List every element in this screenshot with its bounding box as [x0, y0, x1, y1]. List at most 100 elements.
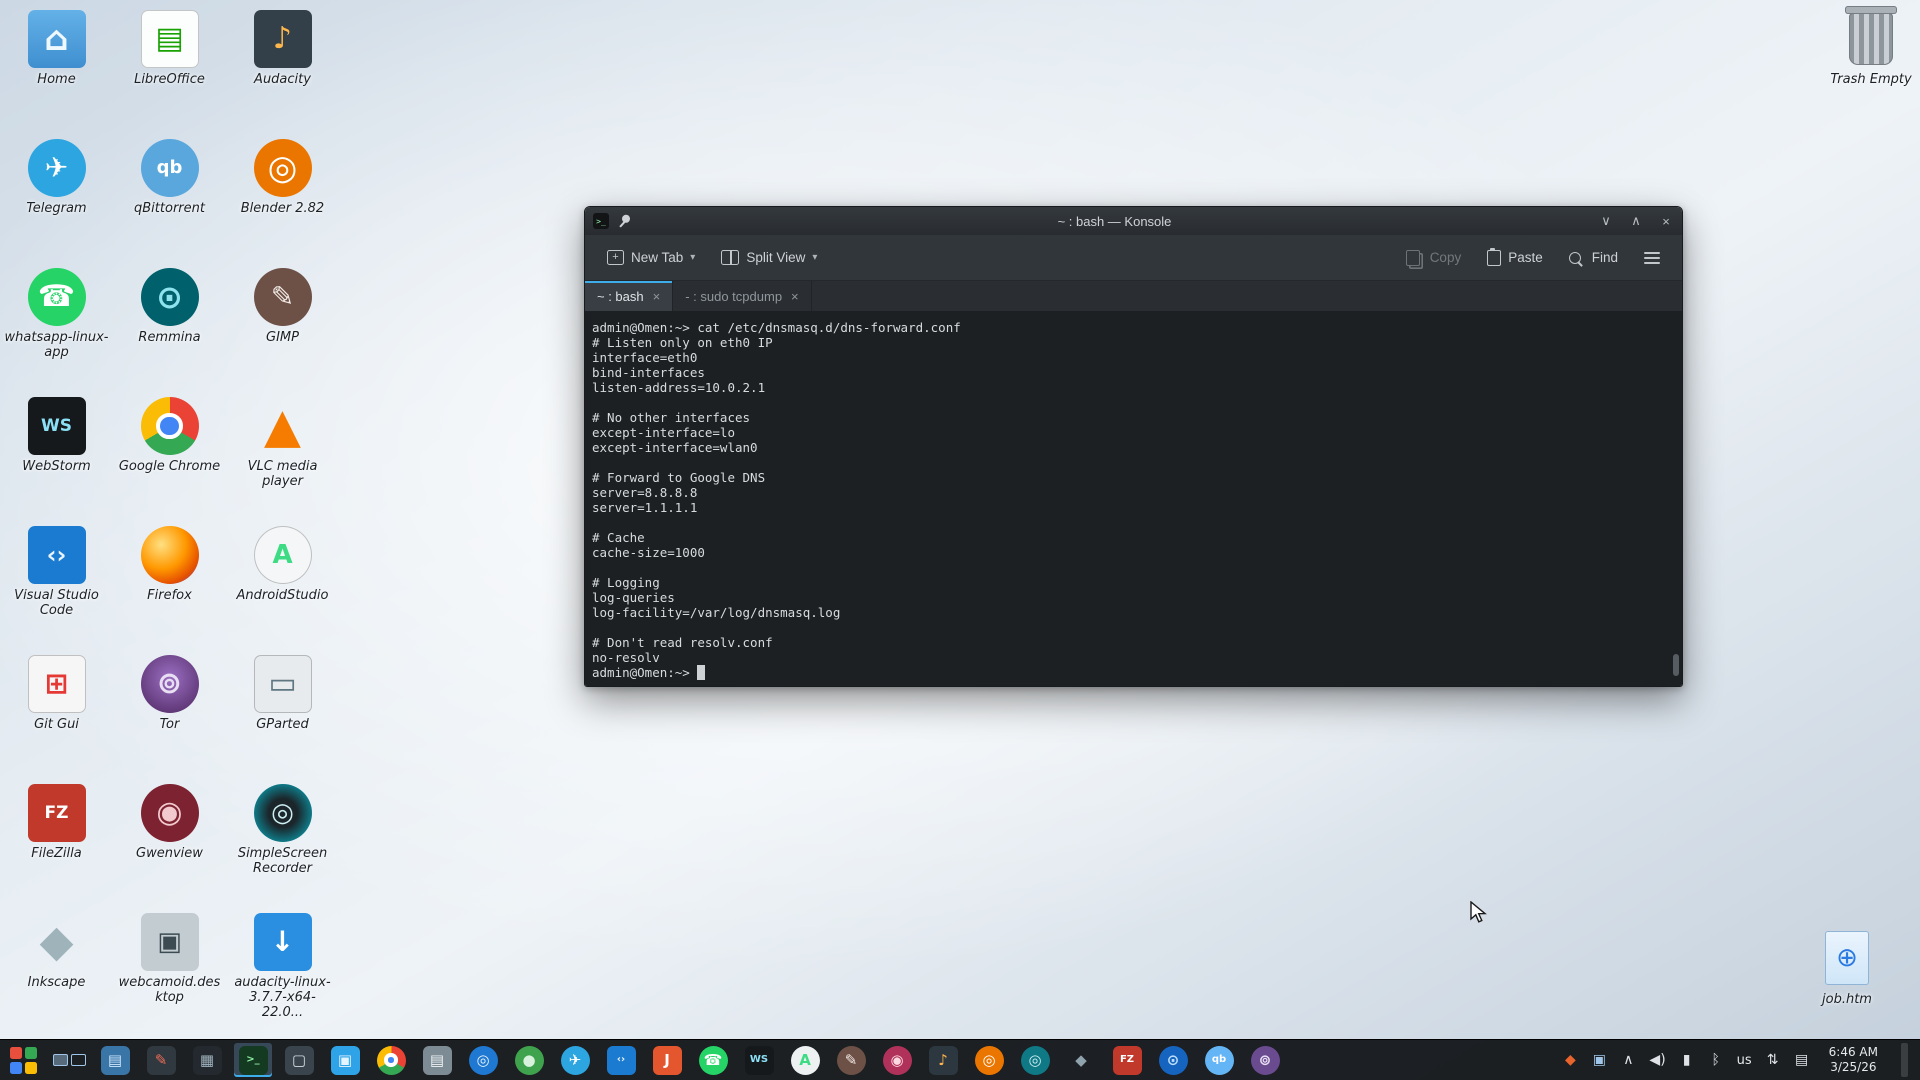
paste-button[interactable]: Paste	[1477, 243, 1553, 273]
webcamoid-icon: ▣	[141, 913, 199, 971]
terminal-output[interactable]: admin@Omen:~> cat /etc/dnsmasq.d/dns-for…	[585, 312, 1682, 686]
update-notifier-icon[interactable]: ◆	[1562, 1052, 1578, 1068]
webstorm-icon: WS	[28, 397, 86, 455]
scrollbar-thumb[interactable]	[1673, 654, 1679, 676]
taskbar-green-app-button[interactable]: ●	[510, 1043, 548, 1077]
copy-button[interactable]: Copy	[1396, 243, 1472, 273]
taskbar-documents-button[interactable]: ▤	[418, 1043, 456, 1077]
taskbar-webstorm-button[interactable]: WS	[740, 1043, 778, 1077]
desktop-icon-chrome[interactable]: Google Chrome	[113, 397, 226, 526]
tab-tcpdump[interactable]: - : sudo tcpdump ×	[673, 281, 811, 311]
system-tray: ◆ ▣ ∧ ◀) ▮ ᛒ us ⇅ ▤ 6:46 AM 3/25/26	[1562, 1043, 1916, 1077]
taskbar-simplescreen-button[interactable]: ◎	[1016, 1043, 1054, 1077]
taskbar-konsole-button[interactable]: >_	[234, 1043, 272, 1077]
terminal-scrollbar[interactable]	[1672, 314, 1680, 684]
taskbar-tor-button[interactable]: ⊚	[1246, 1043, 1284, 1077]
desktop-icon-gitgui[interactable]: ⊞Git Gui	[0, 655, 113, 784]
taskbar-web-browser-button[interactable]: ◎	[464, 1043, 502, 1077]
taskbar-telegram-button[interactable]: ✈	[556, 1043, 594, 1077]
desktop-icon-qbittorrent[interactable]: qbqBittorrent	[113, 139, 226, 268]
taskbar-kate-button[interactable]: ✎	[142, 1043, 180, 1077]
new-tab-button[interactable]: + New Tab ▾	[597, 243, 705, 272]
desktop-icon-simplescreen[interactable]: ◎SimpleScreen Recorder	[226, 784, 339, 913]
taskbar-kwrite-button[interactable]: ▢	[280, 1043, 318, 1077]
desktop-icon-gimp[interactable]: ✎GIMP	[226, 268, 339, 397]
taskbar-audacity-button[interactable]: ♪	[924, 1043, 962, 1077]
notifications-icon[interactable]: ▤	[1794, 1052, 1810, 1068]
taskbar-gwenview-button[interactable]: ◉	[878, 1043, 916, 1077]
desktop-icon-filezilla[interactable]: FZFileZilla	[0, 784, 113, 913]
desktop-icon-label: Remmina	[138, 331, 200, 346]
desktop-icon-blender[interactable]: ◎Blender 2.82	[226, 139, 339, 268]
desktop-icon-tor[interactable]: ⊚Tor	[113, 655, 226, 784]
desktop-icon-label: Blender 2.82	[241, 202, 324, 217]
bluetooth-icon[interactable]: ᛒ	[1708, 1052, 1724, 1068]
taskbar-pager-button[interactable]	[50, 1043, 88, 1077]
desktop-icon-libreoffice[interactable]: ▤LibreOffice	[113, 10, 226, 139]
taskbar-filezilla-button[interactable]: FZ	[1108, 1043, 1146, 1077]
gwenview-icon: ◉	[141, 784, 199, 842]
taskbar-chrome-button[interactable]	[372, 1043, 410, 1077]
desktop-icon-gwenview[interactable]: ◉Gwenview	[113, 784, 226, 913]
konsole-app-icon: >_	[593, 213, 609, 229]
battery-icon[interactable]: ▮	[1679, 1052, 1695, 1068]
minimize-button[interactable]: ∨	[1598, 213, 1614, 229]
desktop-icon-whatsapp[interactable]: ☎whatsapp-linux-app	[0, 268, 113, 397]
firefox-icon	[141, 526, 199, 584]
desktop-icon-remmina[interactable]: ⊙Remmina	[113, 268, 226, 397]
tab-bash[interactable]: ~ : bash×	[585, 281, 673, 311]
taskbar-file-manager-button[interactable]: ▣	[326, 1043, 364, 1077]
desktop-background[interactable]: ⌂Home▤LibreOffice♪Audacity ✈TelegramqbqBi…	[0, 0, 1920, 1080]
titlebar[interactable]: >_ ~ : bash — Konsole ∨ ∧ ×	[585, 207, 1682, 235]
taskbar-dolphin-button[interactable]: ▤	[96, 1043, 134, 1077]
gparted-icon: ▭	[254, 655, 312, 713]
desktop-icon-home[interactable]: ⌂Home	[0, 10, 113, 139]
taskbar-whatsapp-button[interactable]: ☎	[694, 1043, 732, 1077]
desktop-icon-vscode[interactable]: ‹›Visual Studio Code	[0, 526, 113, 655]
terminal-line: # Listen only on eth0 IP	[592, 335, 1668, 350]
terminal-prompt: admin@Omen:~>	[592, 665, 697, 680]
taskbar-androidstudio-button[interactable]: A	[786, 1043, 824, 1077]
taskbar-app-launcher[interactable]	[4, 1043, 42, 1077]
desktop-icon-inkscape[interactable]: ◆Inkscape	[0, 913, 113, 1042]
clipboard-manager-icon[interactable]: ▣	[1591, 1052, 1607, 1068]
chevron-down-icon: ▾	[690, 252, 695, 263]
desktop-icon-audacity-installer[interactable]: ↓audacity-linux-3.7.7-x64-22.0...	[226, 913, 339, 1042]
taskbar-qbittorrent-button[interactable]: qb	[1200, 1043, 1238, 1077]
telegram-icon: ✈	[28, 139, 86, 197]
desktop-icon-firefox[interactable]: Firefox	[113, 526, 226, 655]
job-file-label: job.htm	[1822, 993, 1872, 1008]
keyboard-layout-icon[interactable]: us	[1737, 1053, 1752, 1068]
tab-label: - : sudo tcpdump	[685, 289, 782, 304]
desktop-icon-job-htm[interactable]: ⊕ job.htm	[1791, 928, 1903, 1008]
clock[interactable]: 6:46 AM 3/25/26	[1823, 1045, 1884, 1075]
desktop-icon-trash[interactable]: Trash Empty	[1815, 10, 1920, 88]
find-button[interactable]: Find	[1559, 243, 1628, 272]
volume-icon[interactable]: ◀)	[1649, 1052, 1665, 1068]
taskbar-blender-button[interactable]: ◎	[970, 1043, 1008, 1077]
expand-tray-icon[interactable]: ∧	[1620, 1052, 1636, 1068]
desktop-icon-gparted[interactable]: ▭GParted	[226, 655, 339, 784]
split-view-button[interactable]: Split View ▾	[711, 243, 827, 272]
pin-icon[interactable]	[614, 211, 634, 231]
desktop-icon-vlc[interactable]: ▲VLC media player	[226, 397, 339, 526]
taskbar-remmina-button[interactable]: ⊙	[1154, 1043, 1192, 1077]
tab-close-icon[interactable]: ×	[653, 289, 661, 304]
tab-close-icon[interactable]: ×	[791, 289, 799, 304]
desktop-icon-webcamoid[interactable]: ▣webcamoid.desktop	[113, 913, 226, 1042]
terminal-line: # No other interfaces	[592, 410, 1668, 425]
show-desktop-button[interactable]	[1901, 1043, 1908, 1077]
menu-button[interactable]	[1634, 245, 1670, 271]
taskbar-jetbrains-button[interactable]: J	[648, 1043, 686, 1077]
close-button[interactable]: ×	[1658, 214, 1674, 229]
taskbar-gimp-button[interactable]: ✎	[832, 1043, 870, 1077]
taskbar-inkscape-button[interactable]: ◆	[1062, 1043, 1100, 1077]
desktop-icon-webstorm[interactable]: WSWebStorm	[0, 397, 113, 526]
desktop-icon-audacity[interactable]: ♪Audacity	[226, 10, 339, 139]
taskbar-system-monitor-button[interactable]: ▦	[188, 1043, 226, 1077]
taskbar-vscode-button[interactable]: ‹›	[602, 1043, 640, 1077]
desktop-icon-telegram[interactable]: ✈Telegram	[0, 139, 113, 268]
network-icon[interactable]: ⇅	[1765, 1052, 1781, 1068]
desktop-icon-androidstudio[interactable]: AAndroidStudio	[226, 526, 339, 655]
maximize-button[interactable]: ∧	[1628, 213, 1644, 229]
